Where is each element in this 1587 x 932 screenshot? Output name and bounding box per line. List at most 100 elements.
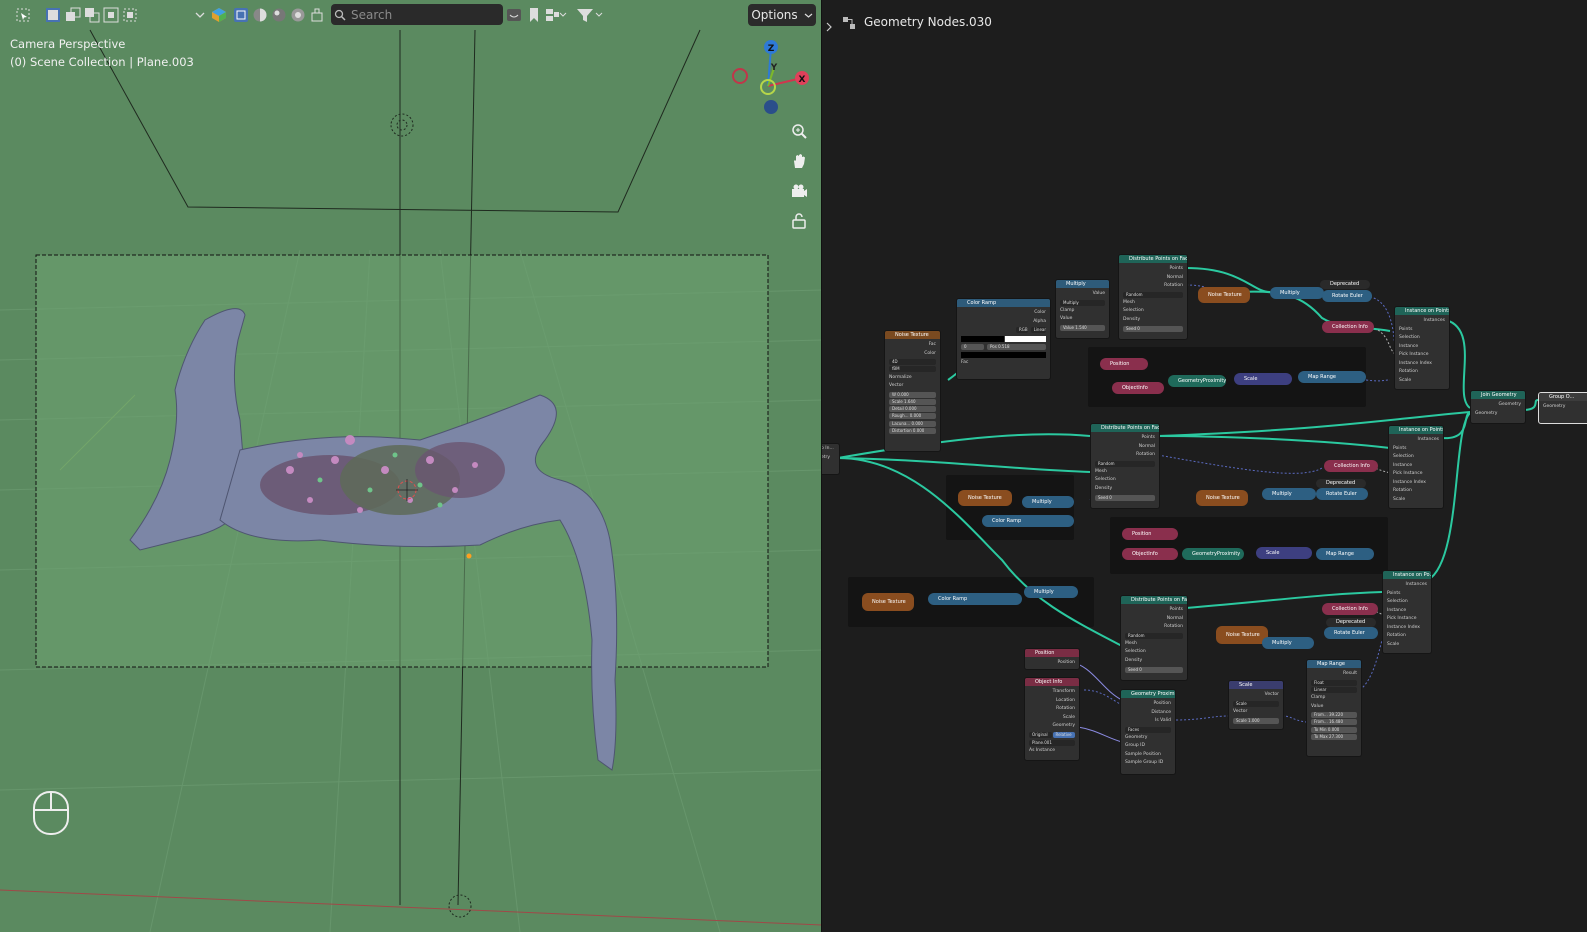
multiply-collapsed-node[interactable]: Multiply: [1262, 637, 1314, 649]
dimensions-dropdown[interactable]: 4D: [889, 359, 936, 366]
scale-collapsed-node[interactable]: Scale: [1234, 373, 1292, 385]
overlay-toggle-icon[interactable]: [505, 4, 523, 26]
rendered-shading-icon[interactable]: [289, 4, 307, 26]
noise-texture-collapsed-node[interactable]: Noise Texture: [1196, 490, 1248, 506]
join-geometry-node[interactable]: Join Geometry Geometry Geometry: [1470, 390, 1526, 424]
navigation-gizmo[interactable]: X Z Y: [728, 36, 818, 126]
camera-view-icon[interactable]: [787, 179, 811, 203]
map-range-collapsed-node[interactable]: Map Range: [1298, 371, 1366, 383]
color-ramp-collapsed-node[interactable]: Color Ramp: [928, 593, 1022, 605]
rotate-euler-collapsed-node[interactable]: Rotate Euler: [1324, 627, 1378, 639]
normalize-checkbox[interactable]: Normalize: [889, 374, 936, 383]
vector-scale-node[interactable]: Scale Vector Scale Vector Scale 1.000: [1228, 680, 1284, 730]
color-ramp-node[interactable]: Color Ramp Color Alpha RGB Linear 0 Pos …: [956, 298, 1051, 380]
multiply-collapsed-node[interactable]: Multiply: [1024, 586, 1078, 598]
material-preview-icon[interactable]: [270, 4, 288, 26]
select-subtract-icon[interactable]: [83, 4, 101, 26]
noise-type-dropdown[interactable]: fBM: [889, 366, 936, 373]
dropdown-icon[interactable]: [193, 4, 207, 26]
seed-field[interactable]: Seed 0: [1123, 325, 1183, 332]
select-difference-icon[interactable]: [121, 4, 139, 26]
options-button[interactable]: Options: [748, 4, 816, 26]
noise-texture-collapsed-node[interactable]: Noise Texture: [862, 593, 914, 611]
scale-field[interactable]: Scale 1.000: [1233, 717, 1279, 724]
wireframe-shading-icon[interactable]: [232, 4, 250, 26]
3d-viewport[interactable]: Options Camera Perspective (0) Scene Col…: [0, 0, 822, 932]
as-instance-checkbox[interactable]: As Instance: [1029, 747, 1075, 756]
position-node[interactable]: Position Position: [1024, 648, 1080, 670]
zoom-icon[interactable]: [787, 119, 811, 143]
filter-icon[interactable]: [575, 4, 605, 26]
object-info-node[interactable]: Object Info Transform Location Rotation …: [1024, 677, 1080, 761]
distribute-points-node[interactable]: Distribute Points on Faces Points Normal…: [1090, 423, 1160, 509]
collection-info-collapsed-node[interactable]: Collection Info: [1322, 321, 1374, 333]
stop-position-field[interactable]: Pos 0.518: [987, 343, 1046, 350]
data-type-dropdown[interactable]: Float: [1311, 679, 1357, 686]
group-input-node[interactable]: p In... etry: [822, 443, 840, 475]
bookmark-icon[interactable]: [525, 4, 543, 26]
object-selector[interactable]: Plane.001: [1029, 740, 1075, 747]
distribute-points-node[interactable]: Distribute Points on Faces Points Normal…: [1120, 595, 1188, 681]
from-max-field[interactable]: From... 16.480: [1311, 719, 1357, 726]
search-field[interactable]: [331, 4, 503, 25]
multiply-collapsed-node[interactable]: Multiply: [1022, 496, 1074, 508]
to-max-field[interactable]: To Max 27.300: [1311, 733, 1357, 740]
solid-shading-icon[interactable]: [251, 4, 269, 26]
multiply-collapsed-node[interactable]: Multiply: [1270, 287, 1324, 299]
noise-texture-collapsed-node[interactable]: Noise Texture: [1216, 626, 1268, 644]
scale-field[interactable]: Scale 1.640: [889, 398, 936, 405]
lacunarity-field[interactable]: Lacuna... 0.000: [889, 420, 936, 427]
interpolation-dropdown[interactable]: Linear: [1311, 686, 1357, 693]
color-mode-dropdown[interactable]: RGB: [1015, 327, 1028, 334]
collection-info-collapsed-node[interactable]: Collection Info: [1322, 603, 1378, 615]
instance-on-points-node[interactable]: Instance on Points Instances Points Sele…: [1388, 425, 1444, 509]
target-element-dropdown[interactable]: Faces: [1125, 726, 1171, 733]
node-editor[interactable]: Geometry Nodes.030 p In... try Noise Tex…: [822, 0, 1587, 932]
geometry-proximity-collapsed-node[interactable]: GeometryProximity: [1182, 548, 1244, 560]
to-min-field[interactable]: To Min 0.000: [1311, 726, 1357, 733]
stop-color-swatch[interactable]: [961, 352, 1046, 358]
multiply-node[interactable]: Multiply Value Multiply Clamp Value Valu…: [1055, 279, 1110, 339]
interpolation-dropdown[interactable]: Linear: [1030, 327, 1046, 334]
original-button[interactable]: Original: [1029, 731, 1052, 738]
noise-texture-node[interactable]: Noise Texture Fac Color 4D fBM Normalize…: [884, 330, 941, 452]
xray-icon[interactable]: [308, 4, 326, 26]
pick-instance-checkbox[interactable]: Pick Instance: [1399, 351, 1445, 360]
distribute-mode-dropdown[interactable]: Random: [1123, 291, 1183, 298]
object-type-visibility-icon[interactable]: [210, 4, 228, 26]
rotate-euler-collapsed-node[interactable]: Rotate Euler: [1322, 290, 1372, 302]
group-output-node[interactable]: Group O... Geometry: [1538, 392, 1587, 424]
distribute-mode-dropdown[interactable]: Random: [1125, 632, 1183, 639]
operation-dropdown[interactable]: Scale: [1233, 700, 1279, 707]
distribute-points-node[interactable]: Distribute Points on Faces Points Normal…: [1118, 254, 1188, 340]
pan-hand-icon[interactable]: [787, 149, 811, 173]
clamp-checkbox[interactable]: Clamp: [1060, 307, 1105, 316]
object-info-collapsed-node[interactable]: ObjectInfo: [1122, 548, 1178, 560]
select-extend-icon[interactable]: [64, 4, 82, 26]
detail-field[interactable]: Detail 0.000: [889, 406, 936, 413]
collection-info-collapsed-node[interactable]: Collection Info: [1324, 460, 1378, 472]
distribute-mode-dropdown[interactable]: Random: [1095, 460, 1155, 467]
position-collapsed-node[interactable]: Position: [1122, 528, 1178, 540]
position-collapsed-node[interactable]: Position: [1100, 358, 1148, 370]
scale-collapsed-node[interactable]: Scale: [1256, 547, 1312, 559]
select-box-icon[interactable]: [8, 4, 38, 26]
instance-on-points-node[interactable]: Instance on Po... Instances Points Selec…: [1382, 570, 1432, 654]
geometry-proximity-node[interactable]: Geometry Proximity Position Distance Is …: [1120, 689, 1176, 775]
roughness-field[interactable]: Rough... 0.000: [889, 413, 936, 420]
operation-dropdown[interactable]: Multiply: [1060, 299, 1105, 306]
color-ramp-collapsed-node[interactable]: Color Ramp: [982, 515, 1074, 527]
seed-field[interactable]: Seed 0: [1095, 494, 1155, 501]
color-ramp-gradient[interactable]: [961, 335, 1046, 342]
from-min-field[interactable]: From... 39.220: [1311, 712, 1357, 719]
instance-on-points-node[interactable]: Instance on Points Instances Points Sele…: [1394, 306, 1450, 390]
view-layer-icon[interactable]: [544, 4, 568, 26]
select-intersect-icon[interactable]: [102, 4, 120, 26]
noise-texture-collapsed-node[interactable]: Noise Texture: [1198, 287, 1250, 303]
lock-icon[interactable]: [787, 209, 811, 233]
w-field[interactable]: W 0.000: [889, 391, 936, 398]
multiply-collapsed-node[interactable]: Multiply: [1262, 488, 1316, 500]
map-range-node[interactable]: Map Range Result Float Linear Clamp Valu…: [1306, 659, 1362, 757]
seed-field[interactable]: Seed 0: [1125, 666, 1183, 673]
object-info-collapsed-node[interactable]: ObjectInfo: [1112, 382, 1164, 394]
